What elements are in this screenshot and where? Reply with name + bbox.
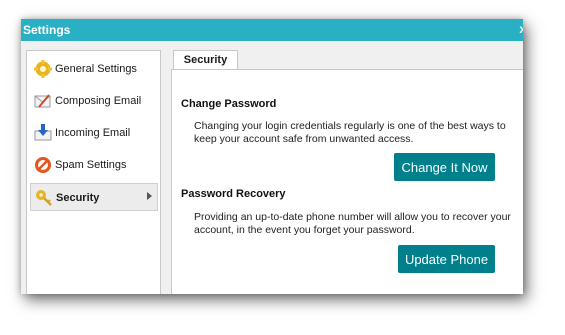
incoming-icon xyxy=(34,124,52,141)
sidebar-item-label: Spam Settings xyxy=(55,159,127,171)
sidebar: General Settings Composing Email Incomin… xyxy=(26,50,161,294)
sidebar-item-label: Security xyxy=(56,192,100,204)
sidebar-item-incoming-email[interactable]: Incoming Email xyxy=(30,119,158,147)
change-password-heading: Change Password xyxy=(181,98,277,110)
spam-icon xyxy=(35,157,51,173)
sidebar-item-composing-email[interactable]: Composing Email xyxy=(30,87,158,115)
sidebar-item-label: Incoming Email xyxy=(55,127,131,139)
gear-icon xyxy=(34,60,52,78)
settings-window: Settings x General Settings Composing Em… xyxy=(21,19,523,294)
sidebar-item-label: General Settings xyxy=(55,63,137,75)
sidebar-item-spam-settings[interactable]: Spam Settings xyxy=(30,151,158,179)
title-bar: Settings x xyxy=(21,19,523,41)
sidebar-item-security[interactable]: Security xyxy=(30,183,158,211)
security-panel: Change Password Changing your login cred… xyxy=(171,69,523,294)
chevron-right-icon xyxy=(147,192,152,200)
change-password-description: Changing your login credentials regularl… xyxy=(194,120,506,145)
sidebar-item-general-settings[interactable]: General Settings xyxy=(30,55,158,83)
sidebar-item-label: Composing Email xyxy=(55,95,142,107)
close-icon[interactable]: x xyxy=(519,22,523,36)
tab-security[interactable]: Security xyxy=(173,50,238,70)
password-recovery-heading: Password Recovery xyxy=(181,188,286,200)
settings-body: General Settings Composing Email Incomin… xyxy=(21,41,523,294)
password-recovery-description: Providing an up-to-date phone number wil… xyxy=(194,211,511,236)
compose-icon xyxy=(34,94,51,108)
window-title: Settings xyxy=(23,23,71,37)
update-phone-button[interactable]: Update Phone xyxy=(398,245,495,273)
key-icon xyxy=(36,190,52,206)
change-it-now-button[interactable]: Change It Now xyxy=(394,153,495,181)
